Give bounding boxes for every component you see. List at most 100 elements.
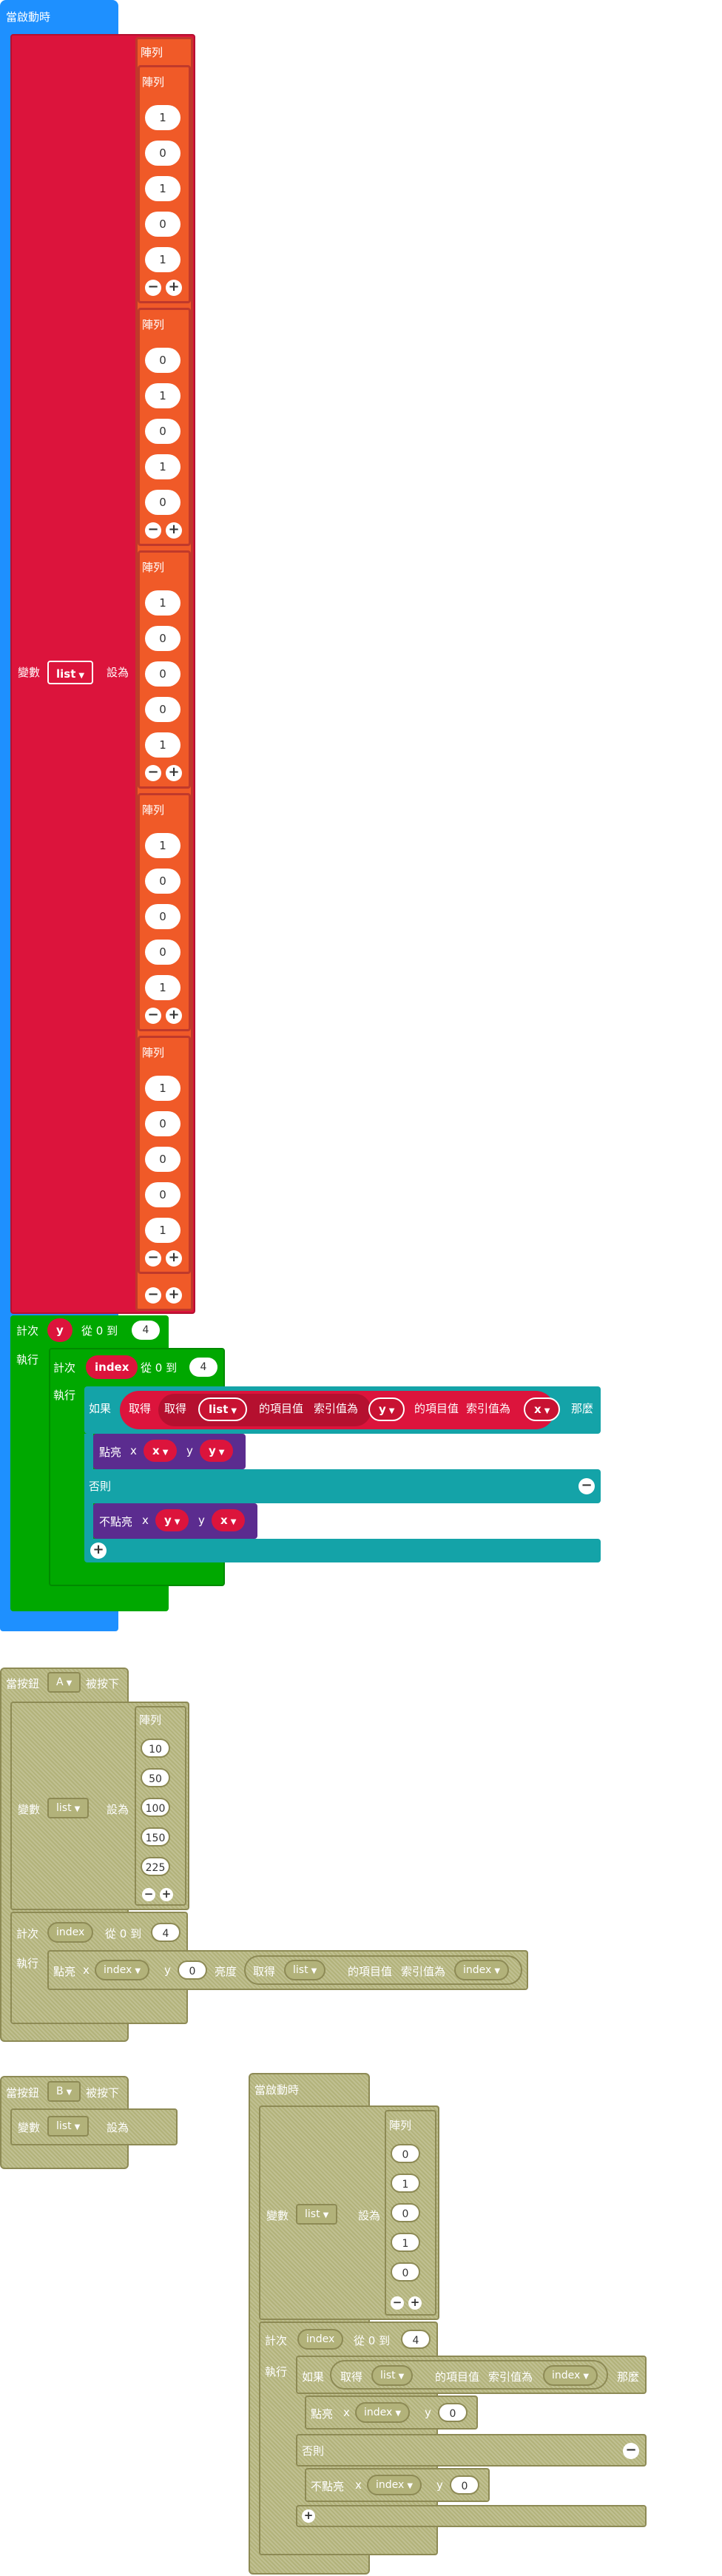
stack4-index-var[interactable]: index ▼ — [543, 2365, 598, 2386]
array-plus-icon[interactable]: + — [166, 1008, 182, 1024]
array-value[interactable]: 1 — [145, 105, 180, 130]
array-value[interactable]: 0 — [145, 626, 180, 651]
array-value[interactable]: 1 — [145, 590, 180, 616]
stack4-minus-icon[interactable]: − — [391, 2296, 404, 2310]
array-minus-icon[interactable]: − — [145, 765, 161, 781]
array-value[interactable]: 1 — [145, 1218, 180, 1243]
array-minus-icon[interactable]: − — [145, 1250, 161, 1267]
array-value[interactable]: 1 — [145, 1076, 180, 1101]
array-value[interactable]: 0 — [145, 697, 180, 722]
button-b-dropdown[interactable]: B ▼ — [47, 2081, 81, 2102]
stack4-if-plus-icon[interactable]: + — [302, 2509, 315, 2523]
array-value[interactable]: 1 — [145, 454, 180, 479]
inner-loop-variable[interactable]: index — [86, 1355, 138, 1379]
stack4-list-dropdown[interactable]: list ▼ — [296, 2204, 338, 2225]
stack4-plus-icon[interactable]: + — [408, 2296, 422, 2310]
stack2-y-value[interactable]: 0 — [178, 1960, 207, 1980]
array-value[interactable]: 150 — [141, 1827, 170, 1847]
outer-plus-icon[interactable]: + — [166, 1287, 182, 1304]
array-value[interactable]: 0 — [145, 1147, 180, 1172]
array-value[interactable]: 0 — [391, 2262, 420, 2282]
array-plus-icon[interactable]: + — [166, 280, 182, 296]
stack4-plot-x-var[interactable]: index ▼ — [355, 2402, 411, 2423]
stack2-list-var[interactable]: list ▼ — [284, 1960, 326, 1980]
index-label-1: 索引值為 — [314, 1402, 359, 1415]
outer-minus-icon[interactable]: − — [145, 1287, 161, 1304]
array-value[interactable]: 0 — [391, 2203, 420, 2222]
stack4-else-minus-icon[interactable]: − — [623, 2443, 639, 2459]
array-value[interactable]: 0 — [145, 419, 180, 444]
outer-to-value[interactable]: 4 — [132, 1321, 160, 1340]
array-value[interactable]: 0 — [145, 212, 180, 237]
array-value[interactable]: 1 — [145, 176, 180, 201]
stack4-unplot-x-label: x — [355, 2478, 362, 2492]
array-value[interactable]: 1 — [391, 2233, 420, 2252]
array-value[interactable]: 50 — [141, 1768, 170, 1787]
plot-x-var[interactable]: x ▼ — [144, 1440, 178, 1462]
stack4-list-var[interactable]: list ▼ — [371, 2365, 414, 2386]
if-plus-icon[interactable]: + — [90, 1542, 107, 1559]
array-value[interactable]: 225 — [141, 1857, 170, 1876]
outer-loop-variable[interactable]: y — [47, 1318, 72, 1342]
array-value[interactable]: 0 — [145, 141, 180, 166]
stack4-unplot-y-value[interactable]: 0 — [450, 2475, 479, 2495]
stack3-list-dropdown[interactable]: list ▼ — [47, 2116, 90, 2137]
array-value[interactable]: 0 — [391, 2144, 420, 2163]
stack4-unplot-label: 不點亮 — [311, 2480, 345, 2493]
outer-do-label: 執行 — [16, 1353, 39, 1366]
array-value[interactable]: 0 — [145, 904, 180, 929]
stack2-plus-icon[interactable]: + — [160, 1888, 173, 1901]
plot-y-var[interactable]: y ▼ — [200, 1440, 234, 1462]
array-plus-icon[interactable]: + — [166, 1250, 182, 1267]
stack2-list-dropdown[interactable]: list ▼ — [47, 1798, 90, 1818]
array-plus-icon[interactable]: + — [166, 522, 182, 539]
stack4-for-label: 計次 — [265, 2334, 288, 2347]
array-minus-icon[interactable]: − — [145, 1008, 161, 1024]
stack2-to-value[interactable]: 4 — [151, 1923, 180, 1942]
stack2-item-label: 的項目值 — [348, 1965, 393, 1978]
stack4-if-label: 如果 — [302, 2370, 325, 2384]
array-value[interactable]: 1 — [145, 833, 180, 858]
array-value[interactable]: 1 — [145, 247, 180, 272]
array-value[interactable]: 0 — [145, 940, 180, 965]
get-label-2: 取得 — [164, 1402, 187, 1415]
list-var-dropdown[interactable]: list ▼ — [198, 1397, 248, 1421]
button-a-dropdown[interactable]: A ▼ — [47, 1672, 81, 1693]
unplot-y-label: y — [198, 1514, 205, 1527]
array-value[interactable]: 0 — [145, 348, 180, 373]
stack4-set-to-label: 設為 — [358, 2209, 381, 2222]
array-minus-icon[interactable]: − — [145, 280, 161, 296]
inner-to-value[interactable]: 4 — [189, 1358, 217, 1377]
array-value[interactable]: 0 — [145, 1182, 180, 1207]
stack2-plot-label: 點亮 — [53, 1965, 76, 1978]
array-minus-icon[interactable]: − — [145, 522, 161, 539]
stack4-plot-y-value[interactable]: 0 — [438, 2403, 468, 2422]
array-value[interactable]: 1 — [145, 383, 180, 408]
stack4-plot-label: 點亮 — [311, 2407, 334, 2421]
stack2-minus-icon[interactable]: − — [142, 1888, 155, 1901]
stack2-x-var[interactable]: index ▼ — [95, 1960, 150, 1980]
array-value[interactable]: 1 — [391, 2174, 420, 2193]
unplot-x-var[interactable]: x ▼ — [212, 1509, 246, 1531]
stack4-for-var[interactable]: index — [297, 2329, 344, 2350]
stack2-for-var[interactable]: index — [47, 1922, 94, 1943]
array-plus-icon[interactable]: + — [166, 765, 182, 781]
else-minus-icon[interactable]: − — [578, 1478, 595, 1494]
array-value[interactable]: 0 — [145, 1111, 180, 1136]
stack2-index-var[interactable]: index ▼ — [454, 1960, 510, 1980]
array-value[interactable]: 1 — [145, 975, 180, 1000]
unplot-y-var[interactable]: y ▼ — [155, 1509, 189, 1531]
unplot-x-label: x — [142, 1514, 149, 1527]
x-var-dropdown[interactable]: x ▼ — [524, 1397, 561, 1421]
array-value[interactable]: 0 — [145, 661, 180, 687]
stack4-unplot-x-var[interactable]: index ▼ — [367, 2475, 422, 2495]
stack4-to-value[interactable]: 4 — [401, 2330, 431, 2349]
plot-x-label: x — [130, 1444, 137, 1457]
array-value[interactable]: 10 — [141, 1739, 170, 1758]
list-variable-dropdown[interactable]: list ▼ — [47, 661, 94, 684]
array-value[interactable]: 0 — [145, 869, 180, 894]
array-value[interactable]: 0 — [145, 490, 180, 515]
array-value[interactable]: 100 — [141, 1798, 170, 1817]
array-value[interactable]: 1 — [145, 732, 180, 758]
y-var-dropdown[interactable]: y ▼ — [368, 1397, 405, 1421]
